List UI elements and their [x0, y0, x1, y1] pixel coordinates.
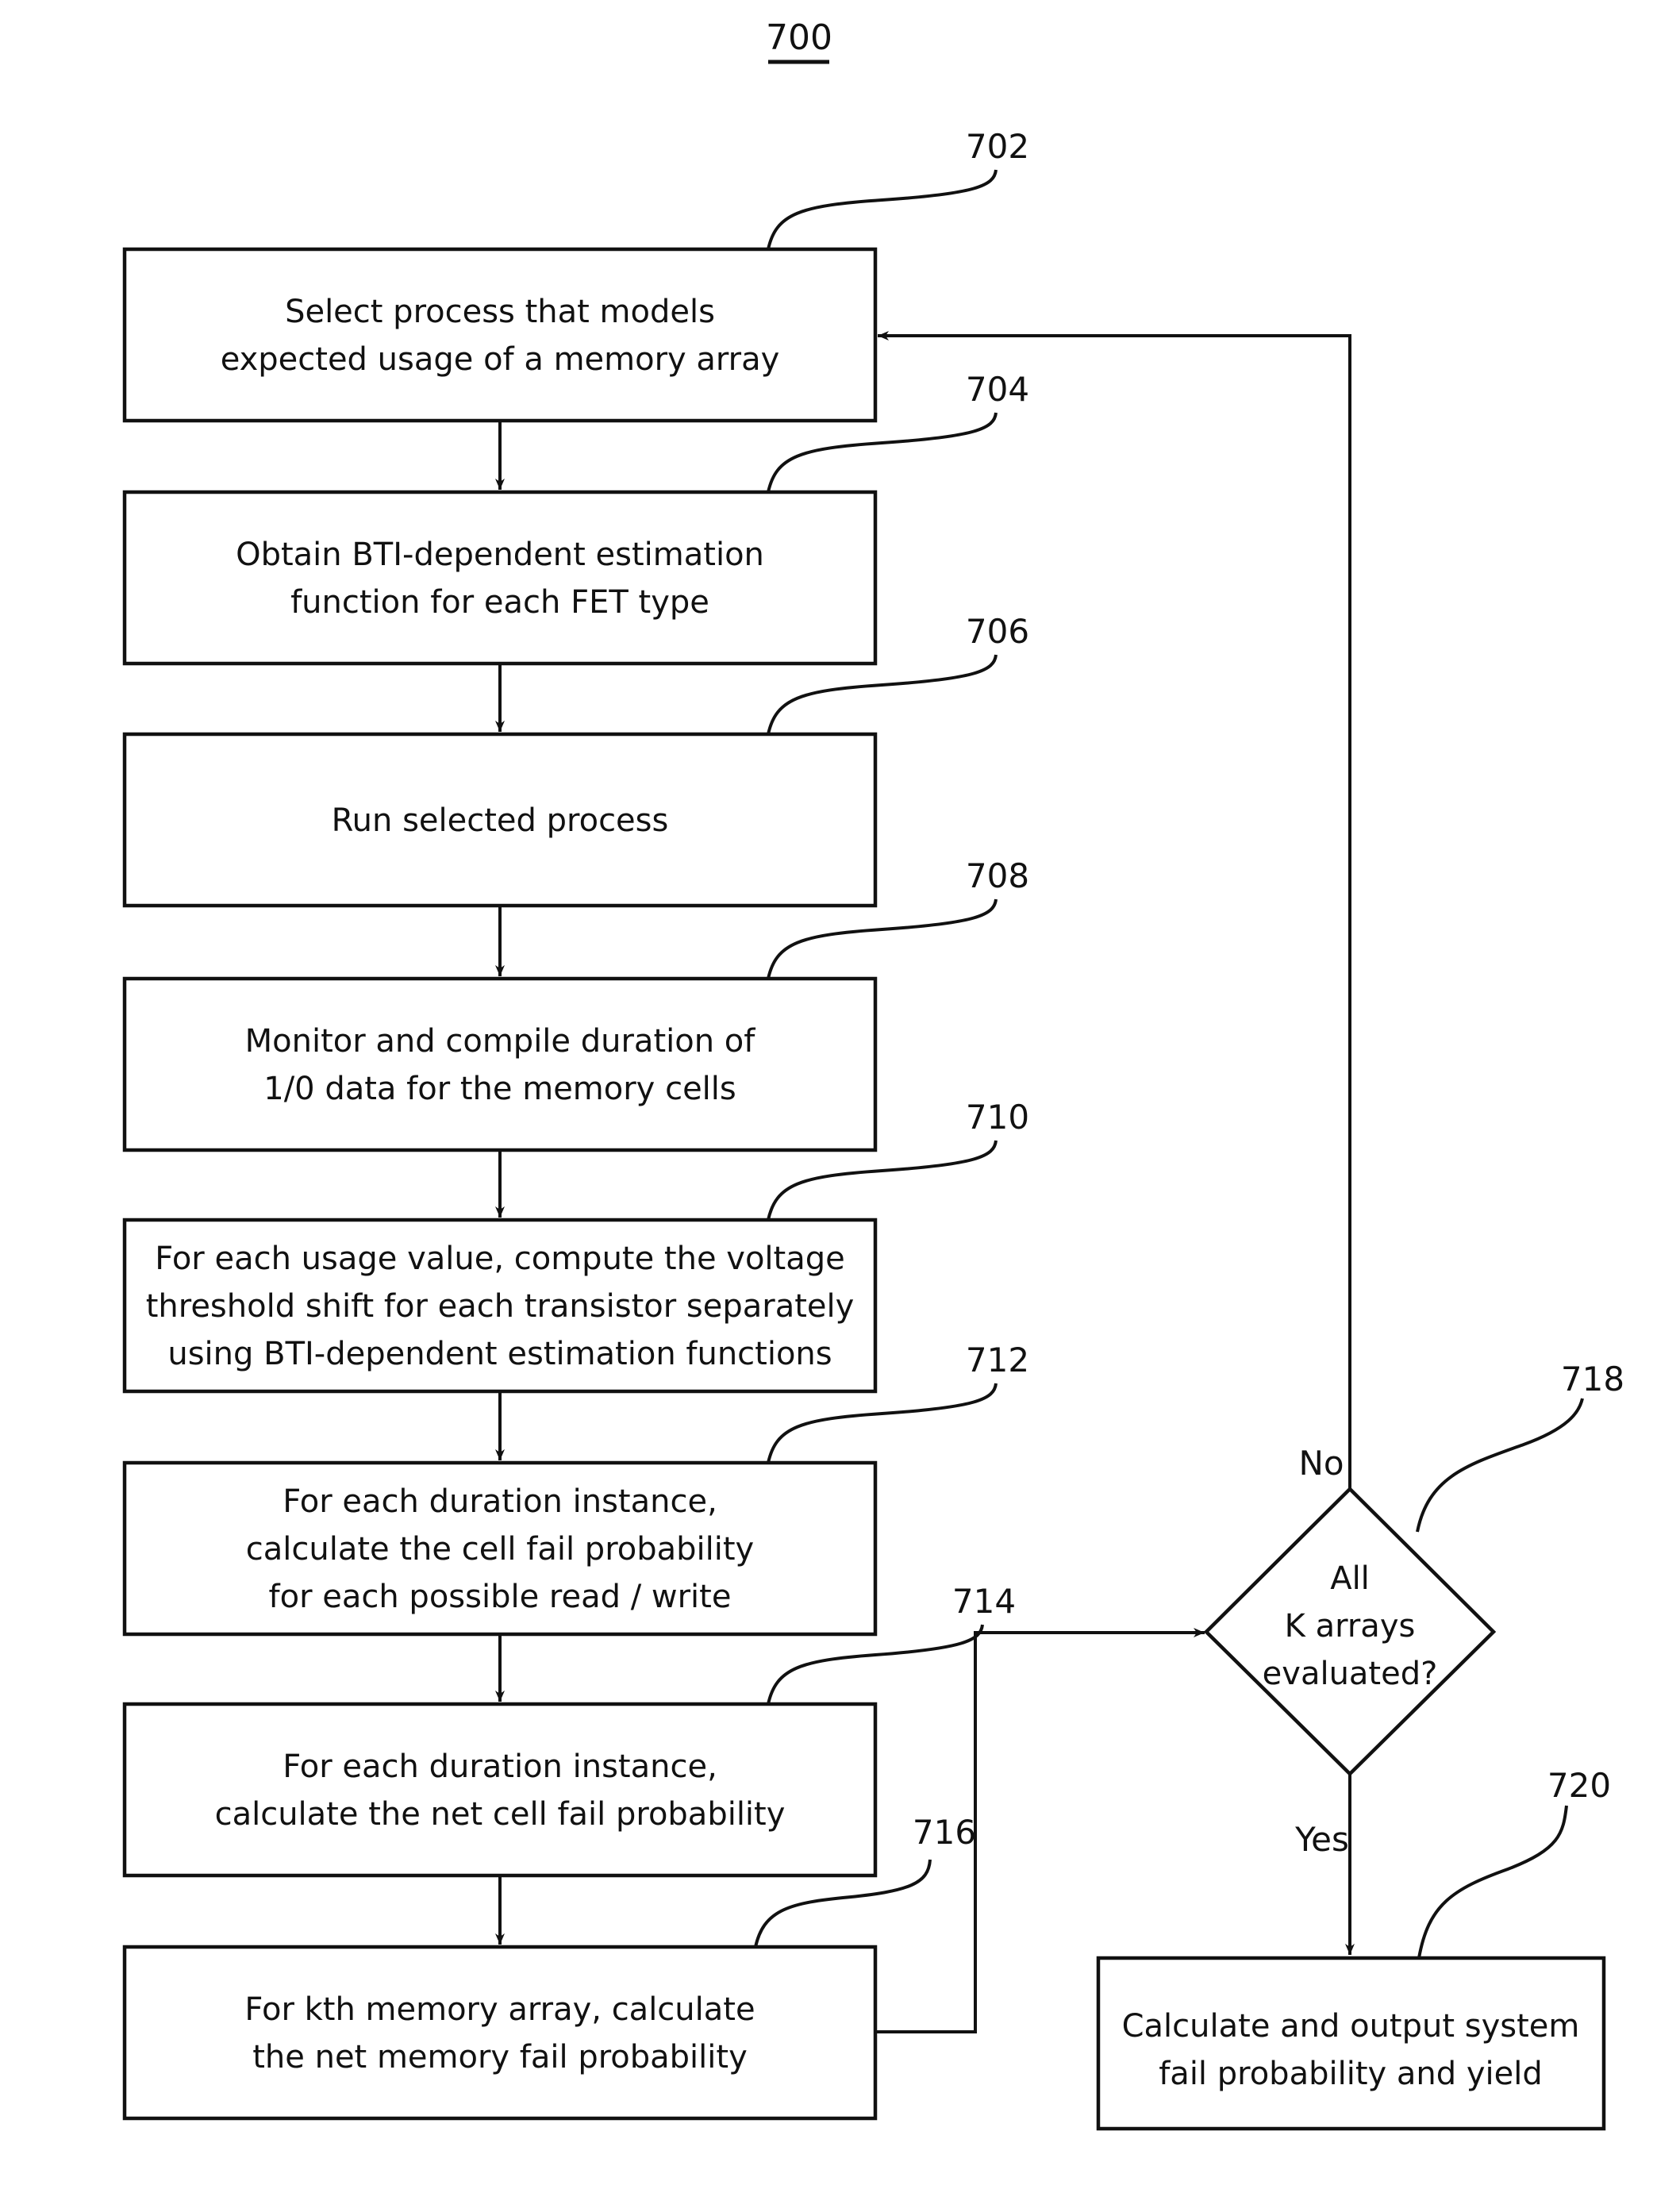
step-702: Select process that models expected usage…: [122, 127, 1029, 423]
step-line: Run selected process: [332, 802, 669, 839]
step-line: expected usage of a memory array: [221, 341, 780, 378]
step-line: For kth memory array, calculate: [244, 1991, 755, 2028]
ref-label-708: 708: [966, 856, 1029, 895]
step-line: the net memory fail probability: [252, 2039, 748, 2076]
step-line: Select process that models: [285, 294, 715, 330]
ref-label-702: 702: [966, 127, 1029, 166]
step-box: [122, 1702, 878, 1878]
ref-label-710: 710: [966, 1098, 1029, 1137]
decision-718: All K arrays evaluated?: [1203, 1486, 1497, 1777]
leader-702: [767, 169, 998, 250]
step-box: [122, 1945, 878, 2121]
step-box: [122, 976, 878, 1152]
step-line: For each duration instance,: [283, 1483, 717, 1520]
leader-710: [767, 1140, 998, 1221]
step-line: for each possible read / write: [269, 1579, 732, 1615]
ref-label-714: 714: [952, 1582, 1016, 1621]
decision-line-2: K arrays: [1285, 1608, 1416, 1645]
step-line: calculate the cell fail probability: [246, 1531, 754, 1568]
step-line: For each duration instance,: [283, 1749, 717, 1785]
output-step-line-1: Calculate and output system: [1122, 2008, 1580, 2045]
yes-label: Yes: [1294, 1820, 1349, 1859]
process-steps: Select process that models expected usage…: [122, 127, 1029, 2121]
leader-708: [767, 898, 998, 979]
step-line: 1/0 data for the memory cells: [263, 1071, 736, 1107]
ref-label-712: 712: [966, 1341, 1029, 1379]
step-line: using BTI-dependent estimation functions: [167, 1336, 832, 1372]
step-line: Monitor and compile duration of: [245, 1023, 756, 1060]
ref-label-704: 704: [966, 370, 1029, 409]
decision-line-3: evaluated?: [1263, 1656, 1438, 1692]
step-line: Obtain BTI-dependent estimation: [236, 537, 764, 573]
no-label: No: [1298, 1444, 1344, 1483]
step-line: threshold shift for each transistor sepa…: [146, 1288, 855, 1325]
step-line: function for each FET type: [290, 584, 709, 621]
step-line: For each usage value, compute the voltag…: [155, 1241, 845, 1277]
leader-712: [767, 1383, 998, 1464]
ref-label-718: 718: [1561, 1360, 1624, 1398]
leader-704: [767, 412, 998, 493]
ref-label-716: 716: [913, 1813, 976, 1852]
ref-label-706: 706: [966, 612, 1029, 651]
step-box: [122, 247, 878, 423]
step-box: [122, 490, 878, 666]
flowchart-700: 700 Select process that models expected u…: [122, 17, 1624, 2131]
step-line: calculate the net cell fail probability: [215, 1796, 786, 1833]
figure-number: 700: [766, 17, 832, 58]
leader-714: [767, 1624, 984, 1705]
no-branch-feedback-line: [878, 331, 1351, 1489]
leader-720: [1417, 1805, 1568, 1959]
leader-718: [1416, 1398, 1584, 1533]
decision-line-1: All: [1330, 1560, 1370, 1597]
leader-706: [767, 654, 998, 735]
ref-label-720: 720: [1547, 1766, 1611, 1805]
output-step-720: Calculate and output system fail probabi…: [1096, 1956, 1606, 2131]
output-step-line-2: fail probability and yield: [1159, 2056, 1543, 2092]
